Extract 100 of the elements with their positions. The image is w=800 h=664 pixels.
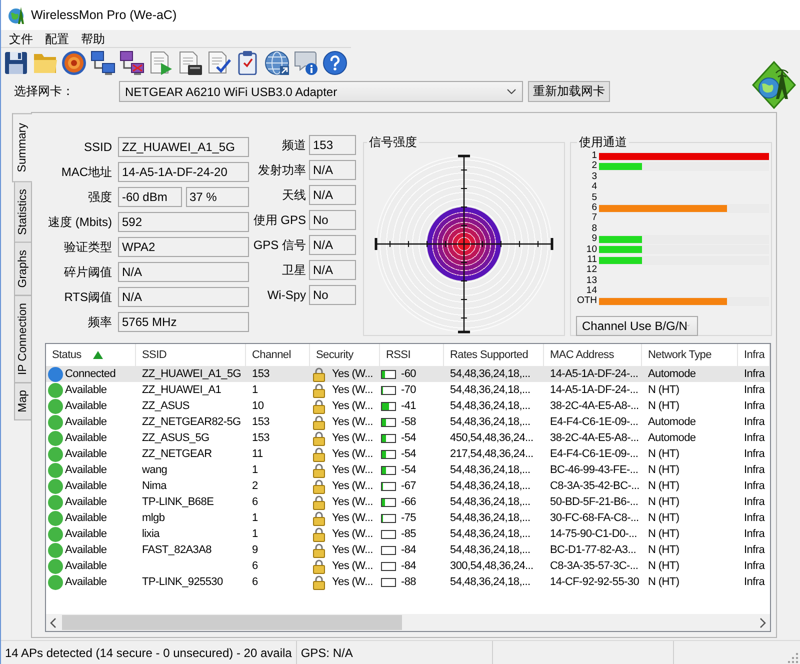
table-cell-text: ZZ_ASUS (141, 399, 190, 414)
table-row[interactable]: Available ZZ_HUAWEI_A1 1 Yes (W... -70 54,48,36,24,18,... 14-A5-1A-DF-24-... N (HT) Infra (46, 382, 770, 398)
table-cell-text: 217,54,48,36,24... (449, 447, 534, 462)
value-field: N/A (118, 262, 249, 282)
table-row[interactable]: Available ZZ_NETGEAR 11 Yes (W... -54 217,54,48,36,24... E4-F4-C6-1E-09-... N (HT) Infra (46, 446, 770, 462)
antenna-globe-icon (8, 6, 25, 24)
table-cell-text: 54,48,36,24,18,... (449, 415, 532, 430)
table-cell-text: 14-CF-92-92-55-30 (549, 575, 640, 590)
help-icon[interactable] (323, 51, 347, 75)
channel-label: 3 (590, 172, 597, 182)
scroll-play-icon[interactable] (149, 51, 173, 75)
table-row[interactable]: Available FAST_82A3A8 9 Yes (W... -84 54,48,36,24,18,... BC-D1-77-82-A3... N (HT) Infra (46, 542, 770, 558)
reload-adapter-button[interactable]: 重新加载网卡 (528, 81, 610, 102)
table-row[interactable]: Available ZZ_ASUS_5G 153 Yes (W... -54 450,54,48,36,24... 38-2C-4A-E5-A8-... Automode Infra (46, 430, 770, 446)
table-cell-text: wang (141, 463, 168, 478)
table-cell-text: 54,48,36,24,18,... (449, 383, 532, 398)
chat-info-icon[interactable] (294, 51, 318, 75)
menu-item[interactable]: 帮助 (76, 30, 110, 46)
horizontal-scrollbar[interactable] (46, 614, 770, 631)
crossed-monitors-icon[interactable] (120, 51, 144, 75)
table-row[interactable]: Available Nima 2 Yes (W... -67 54,48,36,24,18,... C8-3A-35-42-BC-... N (HT) Infra (46, 478, 770, 494)
table-cell-text: Infra (743, 495, 766, 510)
table-row[interactable]: Available TP-LINK_925530 6 Yes (W... -88 54,48,36,24,18,... 14-CF-92-92-55-30 N (HT) Infra (46, 574, 770, 590)
table-cell-text: 54,48,36,24,18,... (449, 511, 532, 526)
table-row[interactable]: Connected ZZ_HUAWEI_A1_5G 153 Yes (W... -60 54,48,36,24,18,... 14-A5-1A-DF-24-... Automode Infra (46, 366, 770, 382)
adapter-dropdown[interactable]: NETGEAR A6210 WiFi USB3.0 Adapter (119, 81, 523, 102)
antenna-globe-icon (752, 61, 796, 109)
value-field: 37 % (186, 187, 249, 207)
table-cell-text: Infra (743, 543, 766, 558)
signal-meter (381, 530, 396, 538)
side-tab[interactable]: IP Connection (14, 294, 31, 383)
status-text: Available (65, 544, 107, 556)
menu-item[interactable]: 配置 (40, 30, 74, 46)
document-check-icon[interactable] (207, 51, 231, 75)
side-tab[interactable]: Statistics (14, 181, 31, 244)
target-icon[interactable] (62, 51, 86, 75)
printer-icon[interactable] (178, 51, 202, 75)
menu-item[interactable]: 文件 (4, 30, 38, 46)
table-cell-text: FAST_82A3A8 (141, 543, 212, 558)
table-cell-text: 1 (251, 511, 259, 526)
value-field: ZZ_HUAWEI_A1_5G (118, 137, 249, 157)
channel-label: 7 (590, 213, 597, 224)
linked-monitors-icon[interactable] (91, 51, 115, 75)
table-cell-text: 153 (251, 431, 270, 446)
resize-grip-icon[interactable] (788, 653, 798, 663)
chevron-left-icon[interactable] (50, 618, 56, 628)
rssi-text: -70 (401, 384, 416, 396)
status-text: Available (65, 432, 107, 444)
channel-view-dropdown[interactable]: Channel Use B/G/N (576, 316, 698, 336)
security-text: Yes (W... (332, 576, 373, 588)
security-text: Yes (W... (332, 368, 373, 380)
table-cell-text: 6 (251, 495, 259, 510)
table-row[interactable]: Available ZZ_NETGEAR82-5G 153 Yes (W... -58 54,48,36,24,18,... E4-F4-C6-1E-09-... Automode Infra (46, 414, 770, 430)
rssi-text: -67 (401, 480, 416, 492)
table-row[interactable]: Available wang 1 Yes (W... -54 54,48,36,24,18,... BC-46-99-43-FE-... N (HT) Infra (46, 462, 770, 478)
padlock-icon (313, 494, 325, 510)
table-cell-text: N (HT) (647, 399, 680, 414)
padlock-icon (313, 462, 325, 478)
padlock-icon (313, 510, 325, 526)
table-cell-text: 38-2C-4A-E5-A8-... (549, 399, 640, 414)
table-cell-text: 54,48,36,24,18,... (449, 543, 532, 558)
rssi-text: -66 (401, 496, 416, 508)
table-cell-text: TP-LINK_925530 (141, 575, 224, 590)
table-cell-text: Infra (743, 415, 766, 430)
side-tab[interactable]: Summary (12, 113, 32, 182)
chevron-down-icon (507, 89, 516, 94)
security-text: Yes (W... (332, 560, 373, 572)
value-field: -60 dBm (118, 187, 182, 207)
chevron-right-icon[interactable] (760, 618, 766, 628)
table-row[interactable]: Available mlgb 1 Yes (W... -75 54,48,36,24,18,... 30-FC-68-FA-C8-... N (HT) Infra (46, 510, 770, 526)
field-label: 速度 (Mbits) (47, 214, 112, 231)
clipboard-icon[interactable] (236, 51, 260, 75)
table-row[interactable]: Available lixia 1 Yes (W... -85 54,48,36,24,18,... 14-75-90-C1-D0-... N (HT) Infra (46, 526, 770, 542)
rssi-text: -41 (401, 400, 416, 412)
table-cell-text: 30-FC-68-FA-C8-... (549, 511, 640, 526)
scrollbar-thumb[interactable] (62, 615, 402, 630)
table-row[interactable]: Available ZZ_ASUS 10 Yes (W... -41 54,48,36,24,18,... 38-2C-4A-E5-A8-... N (HT) Infra (46, 398, 770, 414)
status-text: Available (65, 512, 107, 524)
table-row[interactable]: Available 6 Yes (W... -84 300,54,48,36,24... C8-3A-35-57-3C-... N (HT) Infra (46, 558, 770, 574)
table-cell-text: 38-2C-4A-E5-A8-... (549, 431, 640, 446)
table-cell-text: 54,48,36,24,18,... (449, 367, 532, 382)
table-cell-text: Infra (743, 367, 766, 382)
signal-meter (381, 546, 396, 554)
side-tab[interactable]: Graphs (14, 242, 31, 296)
padlock-icon (313, 526, 325, 542)
field-label: SSID (82, 139, 112, 156)
padlock-icon (313, 398, 325, 414)
globe-icon[interactable] (265, 51, 289, 75)
table-cell-text: N (HT) (647, 527, 680, 542)
table-cell-text: 11 (251, 447, 264, 462)
value-field: N/A (309, 185, 356, 205)
value-field: No (309, 210, 356, 230)
table-cell-text: Infra (743, 527, 766, 542)
table-cell-text: BC-46-99-43-FE-... (549, 463, 640, 478)
table-row[interactable]: Available TP-LINK_B68E 6 Yes (W... -66 54,48,36,24,18,... 50-BD-5F-21-B6-... N (HT) Infra (46, 494, 770, 510)
table-cell-text: BC-D1-77-82-A3... (549, 543, 637, 558)
padlock-icon (313, 542, 325, 558)
channel-label: 8 (590, 224, 597, 234)
side-tab[interactable]: Map (14, 382, 31, 420)
status-text: Available (65, 496, 107, 508)
